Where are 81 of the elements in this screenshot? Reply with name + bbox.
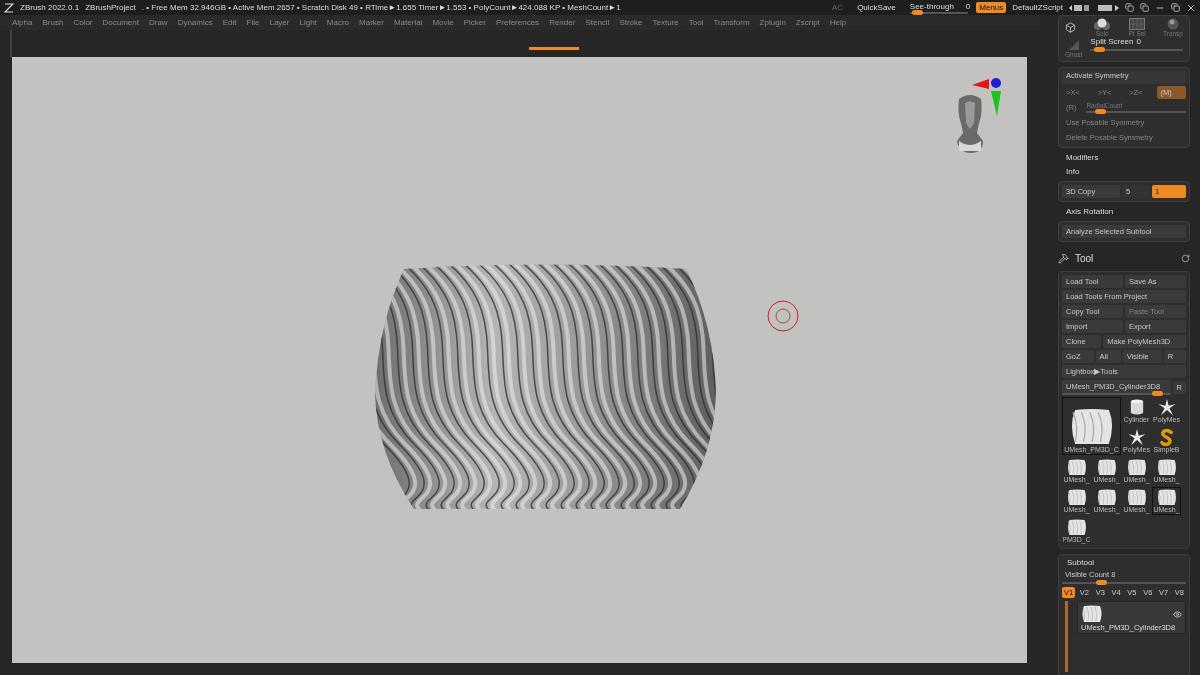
navigation-gizmo-drawing[interactable] <box>957 78 1001 153</box>
see-through-label: See-through <box>909 1 954 11</box>
slider-thumb[interactable] <box>912 9 924 15</box>
menus-toggle[interactable]: Menus <box>976 2 1007 13</box>
menu-item[interactable]: Stencil <box>585 18 610 27</box>
menu-item[interactable]: Alpha <box>12 18 33 27</box>
menu-item[interactable]: File <box>246 18 260 27</box>
window-layout-icon[interactable] <box>1140 3 1149 12</box>
slider-thumb[interactable] <box>1095 580 1107 585</box>
menu-item[interactable]: Brush <box>42 18 64 27</box>
reset-icon[interactable] <box>1181 254 1190 263</box>
vase-thumbnail-icon <box>1125 489 1148 506</box>
menu-item[interactable]: Light <box>299 18 317 27</box>
quicksave-button[interactable]: QuickSave <box>849 3 904 12</box>
ac-label: AC <box>832 3 844 12</box>
copy-input-field[interactable]: 1 <box>1152 185 1186 198</box>
see-through-value: 0 <box>965 1 971 11</box>
vase-thumbnail-icon <box>1095 489 1118 506</box>
menu-item[interactable]: Edit <box>222 18 237 27</box>
menu-item[interactable]: Stroke <box>619 18 643 27</box>
star-icon <box>1126 429 1147 446</box>
grid-icon <box>1129 18 1146 30</box>
see-through-slider[interactable] <box>909 11 968 14</box>
menu-item[interactable]: Texture <box>652 18 679 27</box>
subtool-title: Subtool <box>1066 558 1096 567</box>
brush-cursor-icon <box>767 300 799 332</box>
arrows-icon[interactable] <box>1069 3 1091 12</box>
menu-item[interactable]: Color <box>73 18 93 27</box>
status-stats: . • Free Mem 32.946GB • Active Mem 2657 • Scratch Disk 49 • RTime►1.655 Timer►1.553 • PolyCount►424.088 KP • MeshCount►1 <box>141 3 621 12</box>
vase-thumbnail-icon <box>1065 489 1088 506</box>
menu-item[interactable]: Draw <box>148 18 168 27</box>
viewport-canvas[interactable] <box>12 57 1027 663</box>
menu-item[interactable]: Tool <box>688 18 704 27</box>
subtool-bar <box>1065 601 1068 672</box>
snake-icon <box>1157 429 1176 446</box>
sphere-icon <box>1166 18 1180 30</box>
tab-indicator <box>529 47 579 50</box>
menu-item[interactable]: Help <box>829 18 847 27</box>
menu-item[interactable]: Layer <box>269 18 290 27</box>
menu-item[interactable]: Transform <box>713 18 750 27</box>
menu-item[interactable]: Render <box>549 18 576 27</box>
section-heading[interactable]: Modifiers <box>1058 153 1190 162</box>
slider-thumb[interactable] <box>1094 46 1106 52</box>
tool-panel-title: Tool <box>1075 253 1095 264</box>
split-screen-value: 0 <box>1136 36 1141 46</box>
menu-item[interactable]: Dynamics <box>177 18 213 27</box>
vase-thumbnail-icon <box>1065 459 1088 476</box>
default-zscript-label: DefaultZScript <box>1012 3 1063 12</box>
arrows-icon[interactable] <box>1097 3 1119 12</box>
menu-item[interactable]: Picker <box>463 18 486 27</box>
menu-item[interactable]: Macro <box>326 18 350 27</box>
menu-item[interactable]: Zplugin <box>759 18 786 27</box>
vase-thumbnail-icon <box>1081 605 1103 623</box>
vase-thumbnail-icon <box>1155 459 1178 476</box>
menu-item[interactable]: Movie <box>432 18 454 27</box>
eye-icon[interactable] <box>1173 609 1182 619</box>
hammer-icon <box>1058 253 1069 264</box>
slider-thumb[interactable] <box>1151 391 1163 396</box>
window-layout-icon[interactable] <box>1125 3 1134 12</box>
menu-item[interactable]: Document <box>102 18 139 27</box>
menu-item[interactable]: Zscript <box>795 18 820 27</box>
restore-icon[interactable] <box>1171 3 1180 12</box>
slider-thumb[interactable] <box>1095 109 1107 114</box>
app-logo-icon <box>4 2 14 13</box>
split-screen-label: Split Screen <box>1090 36 1134 46</box>
spheres-icon <box>1093 18 1112 30</box>
menu-item[interactable]: Preferences <box>496 18 540 27</box>
section-heading[interactable]: Axis Rotation <box>1058 207 1190 216</box>
app-version: ZBrush 2022.0.1 <box>20 3 80 12</box>
close-icon[interactable] <box>1186 2 1196 13</box>
menu-item[interactable]: Material <box>393 18 423 27</box>
split-screen-slider[interactable] <box>1090 48 1183 51</box>
project-name: ZBrushProject <box>85 3 136 12</box>
section-heading[interactable]: Info <box>1058 167 1190 176</box>
vase-thumbnail-icon <box>1095 459 1118 476</box>
menu-item[interactable]: Marker <box>359 18 384 27</box>
cube-icon[interactable] <box>1065 22 1076 33</box>
vase-thumbnail-icon <box>1125 459 1148 476</box>
star-icon <box>1156 399 1177 416</box>
vase-thumbnail-icon <box>1155 489 1178 506</box>
vase-thumbnail-icon <box>1065 519 1088 536</box>
